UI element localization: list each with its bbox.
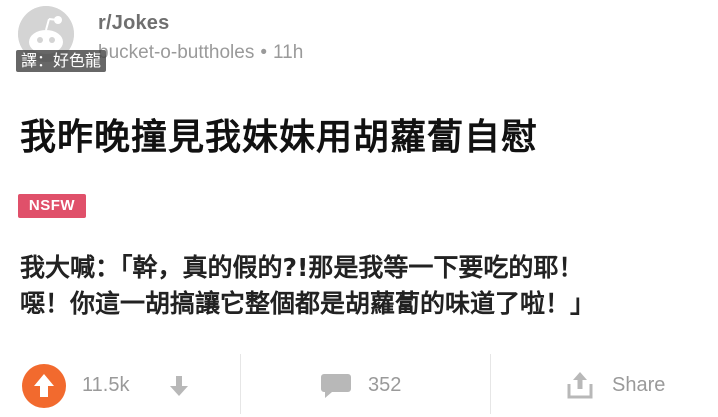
- arrow-up-icon: [34, 374, 54, 397]
- action-bar: 11.5k 352 Share: [0, 350, 718, 417]
- vote-score: 11.5k: [82, 374, 130, 396]
- body-line: 噁！你這一胡搞讓它整個都是胡蘿蔔的味道了啦！」: [20, 289, 596, 318]
- upvote-button[interactable]: [22, 364, 66, 408]
- divider: [490, 354, 491, 414]
- comments-button[interactable]: [320, 372, 352, 400]
- share-icon: [567, 372, 593, 399]
- share-button[interactable]: [566, 370, 594, 400]
- post-card: r/Jokes bucket-o-buttholes • 11h 譯：好色龍 我昨晚…: [0, 0, 718, 417]
- post-body: 我大喊：「幹，真的假的?!那是我等一下要吃的耶！ 噁！你這一胡搞讓它整個都是胡蘿…: [20, 250, 710, 322]
- post-age: 11h: [272, 42, 304, 63]
- arrow-down-icon: [170, 376, 188, 396]
- comment-count[interactable]: 352: [368, 374, 401, 397]
- author-name[interactable]: bucket-o-buttholes: [98, 42, 254, 63]
- nsfw-badge: NSFW: [18, 194, 86, 218]
- body-line: 我大喊：「幹，真的假的?!那是我等一下要吃的耶！: [20, 253, 584, 282]
- subreddit-name[interactable]: r/Jokes: [98, 12, 169, 35]
- post-title[interactable]: 我昨晚撞見我妹妹用胡蘿蔔自慰: [20, 108, 538, 160]
- post-meta: bucket-o-buttholes • 11h: [98, 42, 303, 64]
- share-label[interactable]: Share: [612, 374, 665, 397]
- meta-separator: •: [260, 42, 267, 63]
- divider: [240, 354, 241, 414]
- downvote-button[interactable]: [168, 374, 190, 398]
- translator-watermark: 譯：好色龍: [16, 50, 107, 72]
- speech-bubble-icon: [321, 374, 351, 398]
